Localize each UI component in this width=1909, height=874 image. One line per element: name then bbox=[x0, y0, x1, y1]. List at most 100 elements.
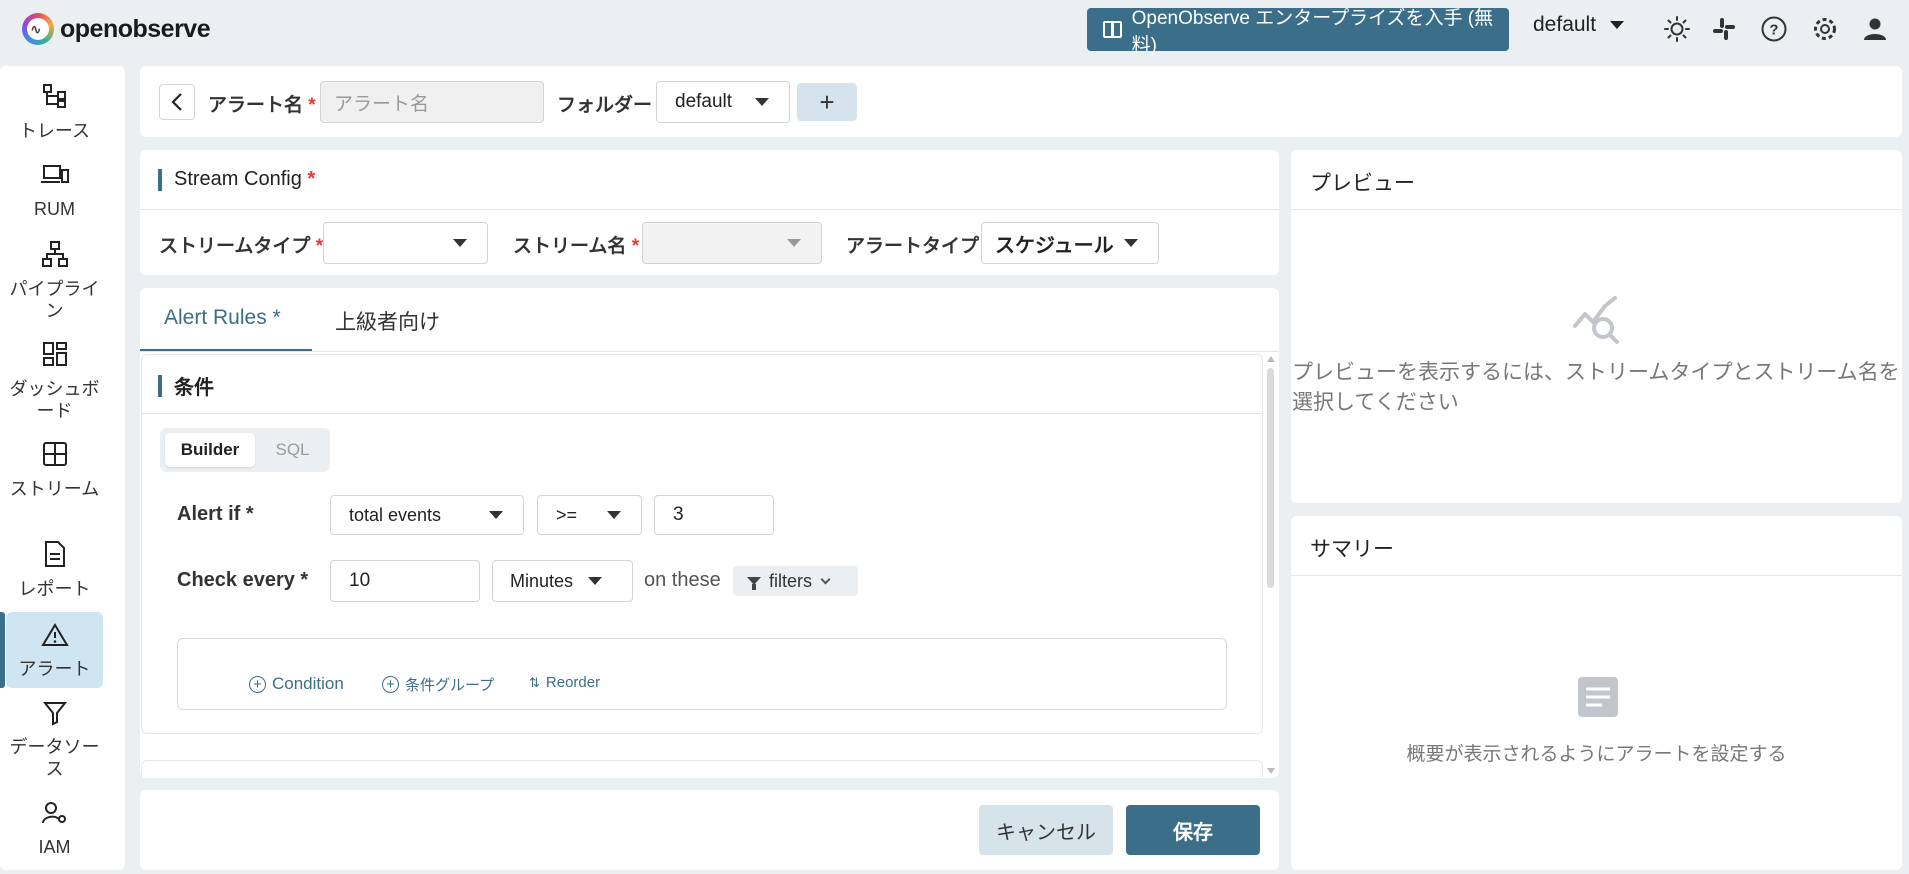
add-label: + bbox=[819, 86, 835, 117]
sidebar-item-label: RUM bbox=[34, 199, 75, 219]
sidebar-item-report[interactable]: レポート bbox=[6, 540, 103, 600]
sidebar-item-dashboard[interactable]: ダッシュボード bbox=[6, 340, 103, 421]
stream-config-title: Stream Config * bbox=[158, 168, 315, 191]
summary-empty-message: 概要が表示されるようにアラートを設定する bbox=[1406, 744, 1787, 765]
chevron-down-icon bbox=[1610, 21, 1625, 29]
preview-empty-line-2: 選択してください bbox=[1292, 391, 1459, 414]
active-nav-indicator bbox=[0, 612, 5, 688]
settings-gear-icon[interactable] bbox=[1810, 14, 1840, 44]
builder-mode-button[interactable]: Builder bbox=[165, 433, 255, 467]
reorder-button[interactable]: ⇅ Reorder bbox=[529, 674, 600, 691]
sidebar-item-traces[interactable]: トレース bbox=[6, 82, 103, 142]
scroll-up-arrow[interactable] bbox=[1267, 356, 1275, 362]
chevron-down-icon bbox=[607, 511, 621, 519]
operator-value: >= bbox=[556, 504, 578, 525]
divider bbox=[140, 351, 1279, 352]
back-button[interactable] bbox=[159, 84, 195, 120]
user-avatar-icon[interactable] bbox=[1860, 14, 1890, 44]
datasource-icon bbox=[42, 700, 68, 732]
sidebar-item-pipeline[interactable]: パイプライン bbox=[6, 240, 103, 321]
chevron-down-icon bbox=[787, 239, 801, 247]
conditions-title: 条件 bbox=[158, 371, 214, 400]
pipeline-icon bbox=[41, 240, 69, 274]
query-mode-toggle: Builder SQL bbox=[160, 428, 330, 472]
divider bbox=[140, 209, 1279, 210]
interval-unit-select[interactable]: Minutes bbox=[492, 560, 633, 602]
gift-icon bbox=[1103, 21, 1122, 38]
sidebar-item-streams[interactable]: ストリーム bbox=[6, 440, 103, 520]
alert-type-value: スケジュール bbox=[995, 234, 1114, 257]
tab-alert-rules[interactable]: Alert Rules * bbox=[164, 306, 281, 330]
add-condition-button[interactable]: + Condition bbox=[249, 674, 344, 694]
sidebar-item-iam[interactable]: IAM bbox=[6, 800, 103, 860]
rum-icon bbox=[40, 162, 70, 194]
org-selector[interactable]: default bbox=[1533, 13, 1625, 37]
folder-select[interactable]: default bbox=[656, 81, 790, 123]
cancel-button[interactable]: キャンセル bbox=[979, 805, 1113, 855]
sidebar-item-label: パイプライン bbox=[9, 279, 100, 321]
interval-value: 10 bbox=[349, 570, 371, 591]
add-condition-group-button[interactable]: + 条件グループ bbox=[382, 674, 494, 695]
aggregate-select[interactable]: total events bbox=[330, 495, 524, 535]
org-name: default bbox=[1533, 13, 1597, 36]
preview-empty-message: プレビューを表示するには、ストリームタイプとストリーム名を 選択してください bbox=[1292, 358, 1900, 418]
iam-icon bbox=[41, 800, 69, 832]
dashboard-icon bbox=[41, 340, 69, 374]
alert-type-select[interactable]: スケジュール bbox=[981, 222, 1159, 264]
sql-mode-button[interactable]: SQL bbox=[260, 433, 325, 467]
add-circle-icon: + bbox=[382, 676, 399, 693]
get-enterprise-button[interactable]: OpenObserve エンタープライズを入手 (無料) bbox=[1087, 8, 1509, 56]
sidebar-item-label: ストリーム bbox=[9, 479, 100, 499]
sidebar-item-label: レポート bbox=[18, 579, 91, 599]
sidebar-item-rum[interactable]: RUM bbox=[6, 162, 103, 222]
scroll-down-arrow[interactable] bbox=[1267, 768, 1275, 774]
divider bbox=[1291, 575, 1902, 576]
chevron-down-icon bbox=[820, 574, 831, 584]
sidebar-item-datasource[interactable]: データソース bbox=[6, 700, 103, 780]
threshold-input[interactable]: 3 bbox=[654, 495, 774, 535]
alert-icon bbox=[40, 622, 69, 654]
aggregate-value: total events bbox=[349, 504, 442, 525]
logo-text: openobserve bbox=[60, 14, 211, 43]
reorder-label: Reorder bbox=[545, 674, 601, 691]
filters-dropdown-button[interactable]: filters bbox=[733, 566, 858, 596]
threshold-value: 3 bbox=[673, 504, 684, 525]
chevron-down-icon bbox=[588, 577, 602, 585]
save-button[interactable]: 保存 bbox=[1126, 805, 1260, 855]
tab-advanced[interactable]: 上級者向け bbox=[335, 306, 440, 336]
theme-toggle-icon[interactable] bbox=[1662, 14, 1692, 44]
alert-name-placeholder: アラート名 bbox=[334, 93, 430, 115]
sidebar-item-label: アラート bbox=[18, 659, 91, 679]
chevron-down-icon bbox=[489, 511, 503, 519]
streams-icon bbox=[41, 440, 69, 474]
interval-input[interactable]: 10 bbox=[330, 560, 480, 602]
add-circle-icon: + bbox=[249, 675, 266, 693]
divider bbox=[142, 413, 1262, 414]
summary-title: サマリー bbox=[1310, 538, 1394, 561]
logo-icon: ∿ bbox=[22, 13, 54, 45]
folder-value: default bbox=[675, 91, 733, 112]
filter-icon bbox=[747, 577, 761, 590]
preview-empty-line-1: プレビューを表示するには、ストリームタイプとストリーム名を bbox=[1292, 361, 1900, 384]
alert-name-input[interactable]: アラート名 bbox=[320, 81, 544, 123]
folder-label: フォルダー bbox=[557, 95, 653, 116]
no-preview-icon bbox=[1571, 296, 1625, 351]
divider bbox=[1291, 209, 1902, 210]
on-these-text: on these bbox=[644, 569, 721, 591]
help-icon[interactable]: ? bbox=[1759, 14, 1789, 44]
report-icon bbox=[42, 540, 68, 574]
document-icon bbox=[1576, 675, 1620, 724]
app-logo[interactable]: ∿ openobserve bbox=[22, 13, 211, 45]
add-folder-button[interactable]: + bbox=[797, 83, 857, 121]
sidebar-item-alerts[interactable]: アラート bbox=[6, 612, 103, 688]
chevron-down-icon bbox=[453, 239, 467, 247]
operator-select[interactable]: >= bbox=[537, 495, 642, 535]
reorder-icon: ⇅ bbox=[529, 674, 540, 690]
stream-name-select[interactable] bbox=[642, 222, 822, 264]
scrollbar-thumb[interactable] bbox=[1267, 368, 1274, 588]
stream-type-select[interactable] bbox=[323, 222, 488, 264]
slack-icon[interactable] bbox=[1709, 14, 1739, 44]
filters-label: filters bbox=[769, 570, 813, 591]
sidebar-item-label: データソース bbox=[9, 737, 100, 779]
traces-icon bbox=[41, 82, 69, 116]
